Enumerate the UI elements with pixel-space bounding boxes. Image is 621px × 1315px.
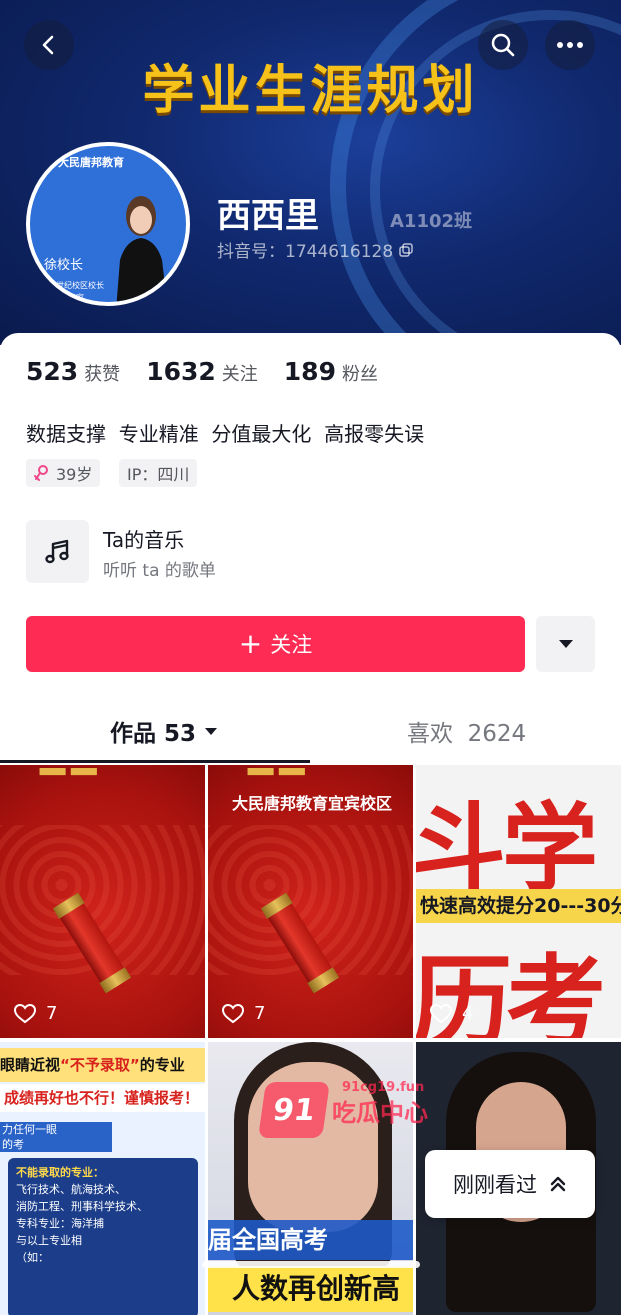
stat-label: 获赞 bbox=[84, 364, 121, 385]
profile-stats: 523 获赞 1632 关注 189 粉丝 bbox=[26, 357, 404, 386]
video-likes: 7 bbox=[14, 1003, 57, 1024]
age-text: 39岁 bbox=[56, 465, 93, 484]
poster-text: 消防工程、刑事科学技术、 bbox=[16, 1200, 148, 1213]
more-horizontal-icon bbox=[557, 42, 583, 48]
profile-nickname: 西西里 bbox=[217, 196, 319, 236]
douyin-id[interactable]: 抖音号：1744616128 bbox=[217, 237, 413, 262]
music-entry[interactable] bbox=[26, 520, 89, 583]
poster-text: 飞行技术、航海技术、 bbox=[16, 1183, 126, 1196]
stat-value: 523 bbox=[26, 357, 79, 386]
likes-count: 7 bbox=[254, 1003, 266, 1024]
video-tile[interactable]: 眼睛近视“不予录取”的专业 成绩再好也不行！谨慎报考！ 力任何一眼 的考 不能录… bbox=[0, 1042, 205, 1315]
poster-text: 专科专业：海洋捕 bbox=[16, 1217, 104, 1230]
stat-following[interactable]: 1632 关注 bbox=[146, 357, 258, 386]
profile-bio: 数据支撑 专业精准 分值最大化 高报零失误 bbox=[26, 422, 425, 446]
tab-works-label: 作品 53 bbox=[110, 721, 197, 747]
music-title[interactable]: Ta的音乐 bbox=[103, 524, 184, 553]
more-button[interactable] bbox=[545, 20, 595, 70]
site-watermark: 91 吃瓜中心 91cg19.fun bbox=[258, 1080, 428, 1138]
banner-watermark: A1102班 bbox=[390, 211, 473, 232]
avatar-subtitle-line: 新世纪校区校长 bbox=[48, 281, 104, 290]
music-note-icon bbox=[44, 539, 69, 563]
video-tile[interactable]: 斗学 快速高效提分20---30分 历考 4 bbox=[416, 765, 621, 1038]
follow-label: 关注 bbox=[270, 633, 313, 657]
poster-text: 眼睛近视 bbox=[0, 1056, 61, 1074]
likes-count: 4 bbox=[462, 1003, 474, 1024]
stat-followers[interactable]: 189 粉丝 bbox=[284, 357, 378, 386]
stat-value: 1632 bbox=[146, 357, 216, 386]
watermark-url: 91cg19.fun bbox=[342, 1080, 425, 1095]
poster-label: 力任何一眼 的考 bbox=[0, 1122, 112, 1152]
tile-decoration: ━━ bbox=[40, 765, 103, 796]
avatar-name: 徐校长 bbox=[44, 258, 84, 273]
heart-icon bbox=[430, 1003, 452, 1023]
recently-viewed-label: 刚刚看过 bbox=[453, 1173, 537, 1197]
stat-value: 189 bbox=[283, 357, 336, 386]
poster-text: 与以上专业相 bbox=[16, 1234, 82, 1247]
tab-works[interactable]: 作品 53 bbox=[110, 714, 218, 748]
search-button[interactable] bbox=[478, 20, 528, 70]
avatar[interactable]: 大民唐邦教育 徐校长 新世纪校区校长 专家 bbox=[26, 142, 190, 306]
poster-text: 的专业 bbox=[139, 1056, 185, 1074]
avatar-subtitle: 新世纪校区校长 专家 bbox=[48, 280, 104, 302]
ip-text: IP：四川 bbox=[127, 465, 190, 484]
poster-text: 不能录取的专业： bbox=[16, 1166, 104, 1179]
video-likes: 4 bbox=[430, 1003, 473, 1024]
plus-icon: + bbox=[238, 627, 263, 660]
heart-icon bbox=[14, 1003, 36, 1023]
home-indicator[interactable] bbox=[202, 1261, 420, 1268]
poster-list: 不能录取的专业： 飞行技术、航海技术、 消防工程、刑事科学技术、 专科专业：海洋… bbox=[8, 1158, 198, 1315]
search-icon bbox=[491, 33, 515, 57]
douyin-id-text: 抖音号：1744616128 bbox=[217, 242, 394, 262]
active-tab-indicator bbox=[0, 760, 310, 763]
chevron-left-icon bbox=[42, 35, 54, 55]
back-button[interactable] bbox=[24, 20, 74, 70]
video-caption: 大民唐邦教育宜宾校区 bbox=[231, 794, 392, 813]
video-tile[interactable]: ━━ 大民唐邦教育宜宾校区 7 bbox=[208, 765, 413, 1038]
poster-band: 届全国高考 bbox=[208, 1220, 413, 1260]
follow-options-button[interactable] bbox=[536, 616, 595, 672]
ip-tag: IP：四川 bbox=[119, 459, 198, 487]
poster-headline: 眼睛近视“不予录取”的专业 bbox=[0, 1048, 205, 1082]
age-tag: 39岁 bbox=[26, 459, 101, 487]
copy-icon[interactable] bbox=[399, 242, 413, 257]
poster-text: （如： bbox=[16, 1251, 49, 1264]
female-icon bbox=[34, 465, 48, 481]
watermark-text: 吃瓜中心 bbox=[332, 1098, 428, 1127]
heart-icon bbox=[222, 1003, 244, 1023]
video-likes: 7 bbox=[222, 1003, 265, 1024]
double-chevron-up-icon bbox=[550, 1176, 566, 1192]
poster-band: 快速高效提分20---30分 bbox=[416, 889, 621, 923]
avatar-logo: 大民唐邦教育 bbox=[58, 156, 124, 169]
stat-label: 关注 bbox=[221, 364, 258, 385]
music-subtitle: 听听 ta 的歌单 bbox=[103, 561, 216, 581]
poster-text: “不予录取” bbox=[60, 1056, 140, 1074]
avatar-person-image bbox=[116, 196, 168, 302]
likes-count: 7 bbox=[46, 1003, 58, 1024]
caret-down-icon bbox=[205, 727, 218, 735]
video-tile[interactable]: ━━ 7 bbox=[0, 765, 205, 1038]
poster-text: 力任何一眼 bbox=[2, 1123, 57, 1136]
caret-down-icon bbox=[558, 640, 573, 648]
banner-title: 学业生涯规划 bbox=[142, 61, 479, 121]
poster-band: 人数再创新高 bbox=[208, 1266, 413, 1312]
tab-likes[interactable]: 喜欢 2624 bbox=[407, 714, 526, 748]
stat-label: 粉丝 bbox=[341, 364, 378, 385]
follow-button[interactable]: + 关注 bbox=[26, 616, 525, 672]
recently-viewed-button[interactable]: 刚刚看过 bbox=[425, 1150, 595, 1218]
poster-text: 的考 bbox=[2, 1138, 24, 1151]
watermark-badge: 91 bbox=[258, 1082, 330, 1138]
poster-warning: 成绩再好也不行！谨慎报考！ bbox=[0, 1084, 205, 1112]
stat-likes[interactable]: 523 获赞 bbox=[26, 357, 120, 386]
